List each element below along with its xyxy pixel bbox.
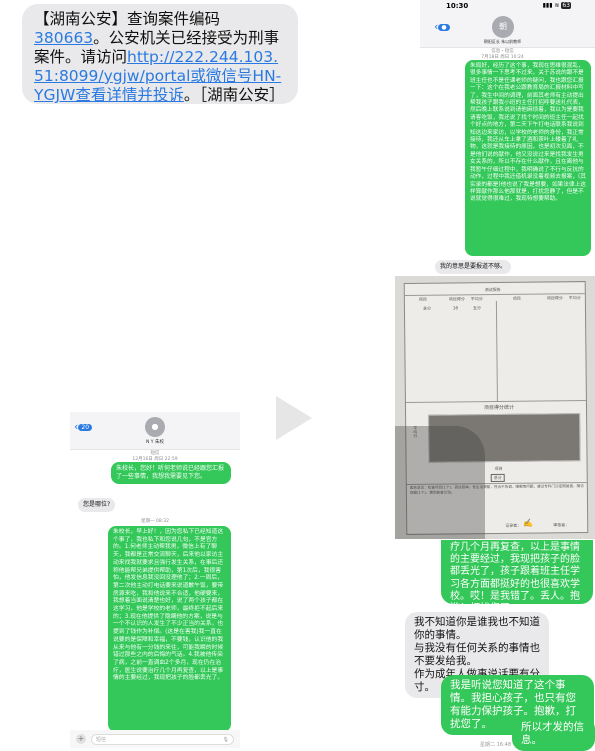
message-sent: 朱校长，早上好！，因为您私下已经知道这个事了，我也私下和您说几句，不是官方的。1… bbox=[108, 526, 231, 732]
timestamp: 星期二 16:48 bbox=[480, 742, 511, 748]
shadow bbox=[395, 426, 485, 539]
sms-bubble-hunan-police: 【湖南公安】查询案件编码380663。公安机关已经接受为刑事案件。请访问http… bbox=[22, 4, 298, 104]
message-received: 我的意思是要报道不够。 bbox=[435, 260, 512, 274]
message-input[interactable]: 短信 🎙 bbox=[91, 733, 234, 745]
conversation-header: ‹ 20 ● N Y 朱校 bbox=[70, 412, 240, 450]
case-code-link[interactable]: 380663 bbox=[34, 29, 93, 47]
timestamp: 星期一 08:32 bbox=[141, 519, 169, 524]
right-phone-screenshot: 10:30 ▮▮▮ ≋ 63 ‹ ● 朝 朝阳区长 朱以前教师 信息・短信 7月1… bbox=[420, 0, 595, 276]
plus-icon[interactable]: + bbox=[76, 734, 86, 744]
contact-name[interactable]: 朝阳区长 朱以前教师 bbox=[420, 39, 585, 45]
message-received: 您是哪位? bbox=[78, 498, 116, 512]
status-time: 10:30 bbox=[446, 2, 469, 10]
message-sent: 朱局好，经历了这个事，我现在思维很混乱，很多事情一下思考不过来，关于苏说的跟不是… bbox=[465, 60, 591, 256]
play-arrow-icon bbox=[276, 396, 312, 440]
contact-name[interactable]: N Y 朱校 bbox=[70, 439, 240, 445]
microphone-icon[interactable]: 🎙 bbox=[223, 735, 229, 745]
conversation-header: 10:30 ▮▮▮ ≋ 63 ‹ ● 朝 朝阳区长 朱以前教师 bbox=[420, 0, 595, 48]
message-sent: 疗几个月再复查，以上是事情的主要经过，我现把孩子的脸都丢光了，孩子跟着班主任学习… bbox=[441, 540, 593, 604]
back-button[interactable]: ‹ ● bbox=[434, 20, 450, 33]
signature: ✍ bbox=[523, 518, 534, 528]
avatar: 朝 bbox=[492, 16, 514, 38]
battery-icon: ▮▮▮ ≋ 63 bbox=[542, 2, 571, 9]
back-button[interactable]: ‹ 20 bbox=[74, 420, 93, 433]
medical-report-photo: 测试报告 项目 项目得分 平均分 项目 项目得分 平均分 总分 38 五分 项目… bbox=[395, 276, 595, 539]
message-sent: 所以才发的信息。 bbox=[512, 717, 595, 751]
message-sent: 朱校长，您好！听何老师说已经跟您汇报了一些事情，我想我需要见下您。 bbox=[111, 462, 231, 484]
avatar: ● bbox=[145, 417, 165, 437]
message-input-bar: + 短信 🎙 bbox=[70, 730, 240, 748]
left-phone-screenshot: ‹ 20 ● N Y 朱校 短信 12月16日 周日 22:59 朱校长，您好！听… bbox=[70, 412, 240, 748]
